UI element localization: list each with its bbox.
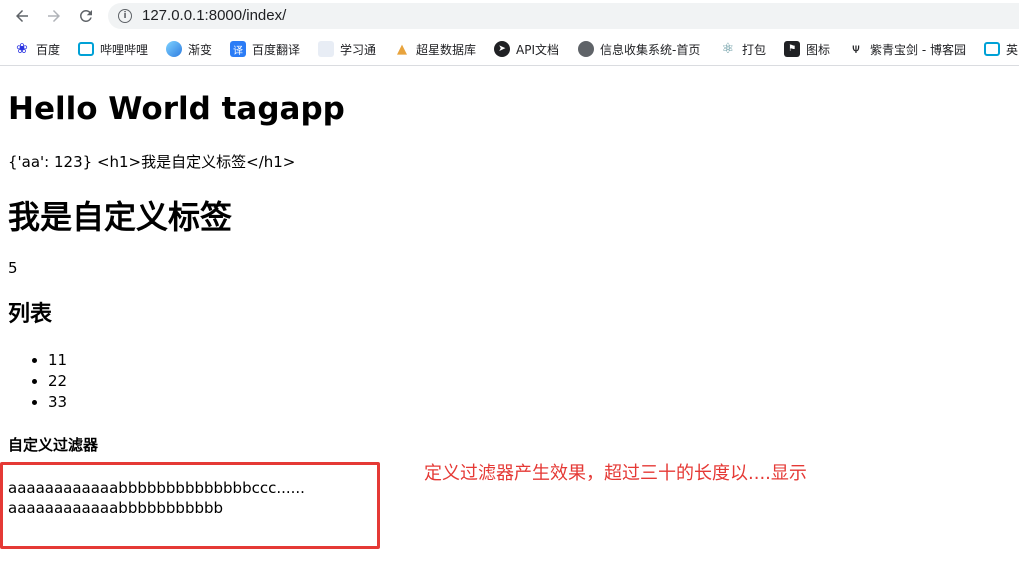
cnblogs-icon: ᴪ <box>852 41 860 57</box>
flag-icon: ⚑ <box>784 41 800 57</box>
bookmark-chaoxing[interactable]: ▲ 超星数据库 <box>394 40 476 58</box>
bookmark-baidu-translate[interactable]: 译 百度翻译 <box>230 40 300 58</box>
baidu-paw-icon: ❀ <box>16 41 28 57</box>
list-title: 列表 <box>8 302 53 327</box>
reload-button[interactable] <box>75 5 97 27</box>
bookmark-package[interactable]: ⚛ 打包 <box>720 40 766 58</box>
translate-icon: 译 <box>230 41 246 57</box>
bookmark-label: 信息收集系统-首页 <box>600 42 701 57</box>
bookmark-info-system[interactable]: 信息收集系统-首页 <box>578 40 700 58</box>
forward-arrow-icon <box>48 10 60 22</box>
custom-tag-heading: 我是自定义标签 <box>8 198 233 236</box>
gradient-cube-icon <box>166 41 182 57</box>
bookmark-label: 百度 <box>36 42 61 57</box>
bookmark-api-docs[interactable]: ➤ API文档 <box>494 40 559 58</box>
bookmark-icons[interactable]: ⚑ 图标 <box>784 40 830 58</box>
list-item: 33 <box>48 392 67 413</box>
bookmark-baidu[interactable]: ❀ 百度 <box>14 40 60 58</box>
site-info-icon[interactable]: i <box>118 9 132 23</box>
bookmark-label: 打包 <box>742 42 767 57</box>
bookmark-label: 哔哩哔哩 <box>100 42 149 57</box>
bilibili-tv-icon <box>78 42 94 56</box>
bookmark-more[interactable]: 英 <box>984 40 1018 58</box>
dict-output-text: {'aa': 123} <h1>我是自定义标签</h1> <box>8 153 296 171</box>
bookmark-cnblogs[interactable]: ᴪ 紫青宝剑 - 博客园 <box>848 40 966 58</box>
bookmark-xuexitong[interactable]: 学习通 <box>318 40 376 58</box>
globe-icon <box>578 41 594 57</box>
number-list: 11 22 33 <box>8 350 67 413</box>
bookmark-label: 超星数据库 <box>416 42 477 57</box>
back-button[interactable] <box>11 5 33 27</box>
bookmark-gradient[interactable]: 渐变 <box>166 40 212 58</box>
annotation-text: 定义过滤器产生效果，超过三十的长度以....显示 <box>424 463 807 484</box>
blank-page-icon <box>318 41 334 57</box>
compass-icon: ➤ <box>494 41 510 57</box>
bookmark-label: 图标 <box>806 42 831 57</box>
bookmark-bilibili[interactable]: 哔哩哔哩 <box>78 40 148 58</box>
page-title: Hello World tagapp <box>8 91 345 127</box>
bookmark-label: API文档 <box>516 42 559 57</box>
chaoxing-logo-icon: ▲ <box>397 41 407 57</box>
bookmark-label: 学习通 <box>340 42 377 57</box>
bookmarks-bar: ❀ 百度 哔哩哔哩 渐变 译 百度翻译 学习通 ▲ 超星数据库 ➤ API文档 … <box>0 33 1019 66</box>
list-item: 22 <box>48 371 67 392</box>
bookmark-label: 英 <box>1006 42 1019 57</box>
bilibili-tv-icon <box>984 42 1000 56</box>
electron-icon: ⚛ <box>721 41 735 57</box>
back-arrow-icon <box>16 10 28 22</box>
forward-button[interactable] <box>43 5 65 27</box>
browser-toolbar: i 127.0.0.1:8000/index/ <box>0 0 1019 33</box>
list-item: 11 <box>48 350 67 371</box>
filter-title: 自定义过滤器 <box>8 436 99 454</box>
number-output: 5 <box>8 259 18 277</box>
bookmark-label: 渐变 <box>188 42 213 57</box>
url-text[interactable]: 127.0.0.1:8000/index/ <box>142 7 286 24</box>
bookmark-label: 紫青宝剑 - 博客园 <box>870 42 966 57</box>
bookmark-label: 百度翻译 <box>252 42 301 57</box>
reload-icon <box>79 9 92 22</box>
annotation-highlight-box <box>0 462 380 549</box>
